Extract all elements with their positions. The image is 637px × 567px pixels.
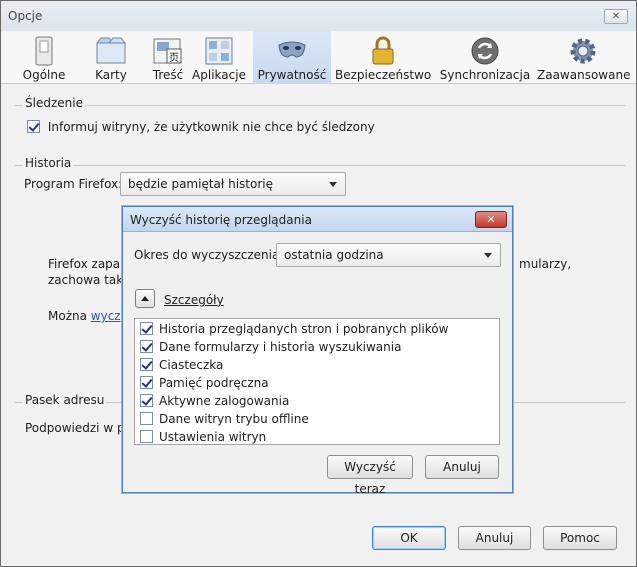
address-bar-legend: Pasek adresu (23, 393, 107, 407)
range-label: Okres do wyczyszczenia: (134, 248, 284, 262)
do-not-track-label: Informuj witryny, że użytkownik nie chce… (47, 120, 375, 134)
ok-button[interactable]: OK (372, 526, 446, 550)
title-bar: Opcje ✕ (1, 1, 636, 31)
details-toggle-button[interactable] (135, 289, 155, 308)
tab-content[interactable]: 页 Treść (141, 31, 195, 84)
tracking-row: Informuj witryny, że użytkownik nie chce… (27, 120, 375, 134)
clear-history-dialog: Wyczyść historię przeglądania ✕ Okres do… (122, 206, 513, 496)
list-item[interactable]: Ciasteczka (140, 356, 223, 374)
tab-tabs[interactable]: Karty (81, 31, 141, 84)
clear-items-list: Historia przeglądanych stron i pobranych… (134, 318, 500, 445)
item-checkbox[interactable] (140, 358, 153, 371)
tab-applications[interactable]: Aplikacje (189, 31, 249, 84)
item-checkbox[interactable] (140, 322, 153, 335)
dialog-title: Wyczyść historię przeglądania (130, 213, 312, 227)
tab-sync[interactable]: Synchronizacja (439, 31, 531, 84)
applications-icon (205, 37, 233, 65)
history-legend: Historia (23, 156, 74, 170)
list-item[interactable]: Historia przeglądanych stron i pobranych… (140, 320, 448, 338)
tab-advanced[interactable]: Zaawansowane (537, 31, 630, 84)
chevron-down-icon (329, 182, 337, 187)
item-checkbox[interactable] (140, 412, 153, 425)
item-checkbox[interactable] (140, 376, 153, 389)
tabs-icon (95, 37, 127, 64)
sync-icon (471, 37, 499, 65)
window-title: Opcje (8, 9, 43, 23)
cancel-button[interactable]: Anuluj (458, 526, 531, 550)
window-close-button[interactable]: ✕ (604, 9, 628, 24)
item-checkbox[interactable] (140, 340, 153, 353)
history-desc-text: Firefox zapam (48, 257, 132, 271)
do-not-track-checkbox[interactable] (27, 120, 40, 133)
options-window: Opcje ✕ Ogólne Karty 页 Treść Aplikacje P… (0, 0, 637, 567)
switch-icon (35, 36, 53, 66)
list-item[interactable]: Pamięć podręczna (140, 374, 269, 392)
range-select[interactable]: ostatnia godzina (276, 243, 501, 267)
tab-general[interactable]: Ogólne (7, 31, 81, 84)
history-program-label: Program Firefox: (24, 177, 123, 191)
chevron-down-icon (484, 253, 492, 258)
list-item[interactable]: Dane formularzy i historia wyszukiwania (140, 338, 401, 356)
svg-text:页: 页 (169, 52, 179, 64)
lock-icon (372, 36, 394, 65)
history-desc-text-right: mularzy, (519, 257, 572, 271)
content-icon: 页 (153, 38, 182, 64)
options-toolbar: Ogólne Karty 页 Treść Aplikacje Prywatnoś… (1, 31, 636, 84)
list-item[interactable]: Aktywne zalogowania (140, 392, 289, 410)
details-label: Szczegóły (164, 293, 224, 307)
clear-now-button[interactable]: Wyczyść teraz (327, 455, 413, 496)
mask-icon (278, 41, 306, 58)
list-item[interactable]: Ustawienia witryn (140, 428, 266, 446)
item-checkbox[interactable] (140, 430, 153, 443)
gear-icon (570, 38, 596, 64)
tracking-legend: Śledzenie (23, 96, 85, 110)
dialog-cancel-button[interactable]: Anuluj (425, 455, 499, 479)
dialog-close-button[interactable]: ✕ (475, 211, 507, 228)
tab-security[interactable]: Bezpieczeństwo (335, 31, 431, 84)
item-checkbox[interactable] (140, 394, 153, 407)
address-bar-text: Podpowiedzi w pa (25, 421, 132, 435)
history-mode-select[interactable]: będzie pamiętał historię (120, 172, 346, 196)
dialog-title-bar: Wyczyść historię przeglądania ✕ (123, 207, 512, 232)
list-item[interactable]: Dane witryn trybu offline (140, 410, 309, 428)
help-button[interactable]: Pomoc (543, 526, 617, 550)
tab-privacy[interactable]: Prywatność (253, 31, 331, 84)
